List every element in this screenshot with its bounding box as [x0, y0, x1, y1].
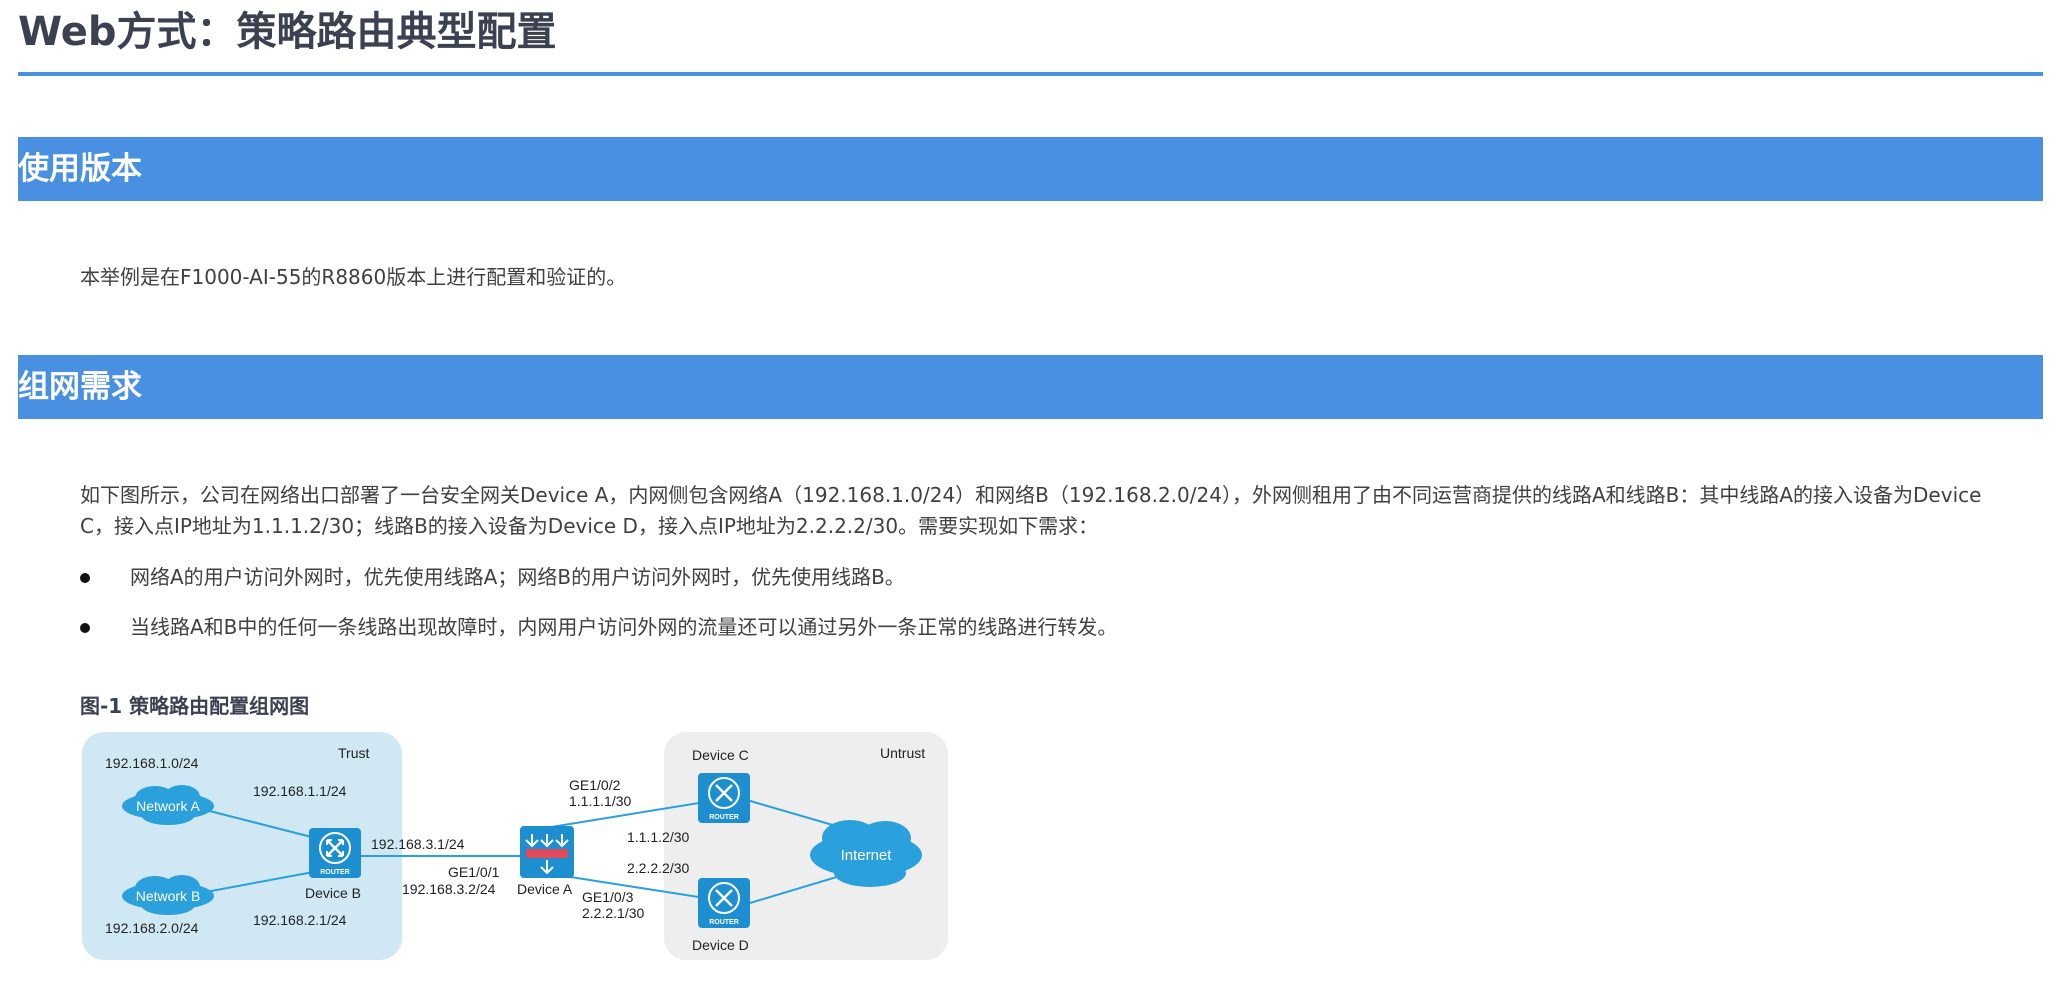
router-tag: ROUTER — [320, 869, 350, 876]
trust-label: Trust — [338, 745, 369, 761]
network-topology-diagram: Network A Network B ROUTER ROUTER ROUTER — [82, 732, 948, 960]
net-a-subnet: 192.168.1.0/24 — [105, 755, 199, 771]
net-b-subnet: 192.168.2.0/24 — [105, 920, 199, 936]
page-title: Web方式：策略路由典型配置 — [18, 9, 557, 55]
bullet-text: 网络A的用户访问外网时，优先使用线路A；网络B的用户访问外网时，优先使用线路B。 — [130, 565, 905, 589]
device-a-label: Device A — [517, 881, 573, 897]
device-d-label: Device D — [692, 937, 749, 953]
d-ip: 2.2.2.2/30 — [627, 860, 689, 876]
device-c-label: Device C — [692, 747, 749, 763]
a-ge2-ip: 1.1.1.1/30 — [569, 793, 631, 809]
a-ge2: GE1/0/2 — [569, 777, 621, 793]
device-b-label: Device B — [305, 885, 361, 901]
a-ge1: GE1/0/1 — [448, 864, 500, 880]
internet-label: Internet — [841, 847, 893, 864]
a-ge1-ip: 192.168.3.2/24 — [402, 881, 496, 897]
bullet-dot — [80, 573, 90, 583]
bullet-dot — [80, 623, 90, 633]
requirements-intro-line2: C，接入点IP地址为1.1.1.2/30；线路B的接入设备为Device D，接… — [80, 514, 1099, 538]
section-heading-version: 使用版本 — [18, 137, 2043, 201]
b-if-b: 192.168.2.1/24 — [253, 912, 347, 928]
b-if-a: 192.168.1.1/24 — [253, 783, 347, 799]
untrust-label: Untrust — [880, 745, 925, 761]
firewall-icon — [520, 826, 574, 878]
a-ge3-ip: 2.2.2.1/30 — [582, 905, 644, 921]
a-ge3: GE1/0/3 — [582, 889, 634, 905]
network-b-label: Network B — [136, 888, 201, 904]
c-ip: 1.1.1.2/30 — [627, 829, 689, 845]
version-text: 本举例是在F1000-AI-55的R8860版本上进行配置和验证的。 — [80, 265, 627, 289]
figure-caption: 图-1 策略路由配置组网图 — [80, 694, 310, 718]
section-heading-requirements: 组网需求 — [18, 355, 2043, 419]
title-divider — [18, 72, 2043, 76]
router-tag: ROUTER — [709, 814, 739, 821]
b-uplink: 192.168.3.1/24 — [371, 836, 465, 852]
requirements-intro-line1: 如下图所示，公司在网络出口部署了一台安全网关Device A，内网侧包含网络A（… — [80, 483, 1982, 507]
bullet-text: 当线路A和B中的任何一条线路出现故障时，内网用户访问外网的流量还可以通过另外一条… — [130, 615, 1118, 639]
network-a-label: Network A — [136, 798, 200, 814]
router-tag: ROUTER — [709, 919, 739, 926]
